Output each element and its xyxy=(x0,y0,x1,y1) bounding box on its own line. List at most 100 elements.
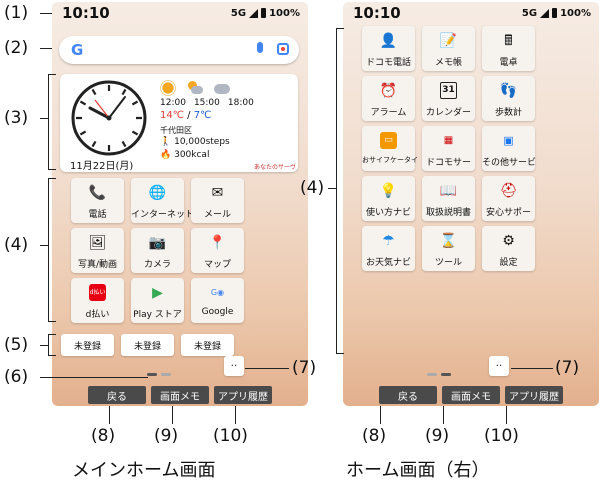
unregistered-slot[interactable]: 未登録 xyxy=(61,334,114,356)
callout-2: (2) xyxy=(4,38,29,58)
callout-bracket xyxy=(48,334,56,356)
app-alarm[interactable]: ⏰ アラーム xyxy=(362,76,415,121)
app-osaifu[interactable]: ▭ おサイフケータイ xyxy=(362,126,418,171)
callout-line xyxy=(109,406,110,424)
callout-line xyxy=(511,368,553,369)
app-history-button[interactable]: アプリ履歴 xyxy=(214,386,272,404)
app-label: 歩数計 xyxy=(494,108,522,118)
camera-icon: 📷 xyxy=(148,234,167,251)
calendar-day: 31 xyxy=(442,85,455,95)
callout-bracket xyxy=(48,178,56,322)
battery-level: 100% xyxy=(269,7,300,19)
mic-icon[interactable] xyxy=(257,42,263,53)
calendar-icon: 31 xyxy=(440,82,457,99)
app-camera[interactable]: 📷 カメラ xyxy=(131,228,184,273)
app-docomo-service[interactable]: ▦ ドコモサー xyxy=(422,126,475,171)
phone-icon: 📞 xyxy=(88,184,107,201)
page-indicator xyxy=(147,373,171,377)
app-label: ドコモ電話 xyxy=(365,58,411,68)
weather-time: 15:00 xyxy=(193,98,220,108)
weather-navi-icon: ☂ xyxy=(382,232,395,249)
app-label: 電卓 xyxy=(499,58,518,68)
app-mail[interactable]: ✉ メール xyxy=(191,178,244,223)
lens-icon[interactable] xyxy=(277,43,289,55)
right-home-screen: 10:10 5G 100% 👤 ドコモ電話 📝 メモ帳 🖩 電卓 ⏰ アラーム … xyxy=(343,2,599,406)
app-history-button[interactable]: アプリ履歴 xyxy=(505,386,563,404)
callout-10: (10) xyxy=(213,426,248,446)
gallery-icon: 🖼 xyxy=(88,234,107,251)
kcal-text: 300kcal xyxy=(174,150,210,160)
clock-weather-widget[interactable]: 11月22日(月) 12:00 15:00 18:00 14℃ / 7℃ 千代田… xyxy=(60,74,298,172)
app-phone[interactable]: 📞 電話 xyxy=(71,178,124,223)
app-label: インターネット xyxy=(131,210,195,220)
app-label: 使い方ナビ xyxy=(365,208,411,218)
callout-bracket xyxy=(48,74,56,170)
calculator-icon: 🖩 xyxy=(504,32,513,49)
app-google-folder[interactable]: G◉ Google xyxy=(191,278,244,323)
screen-memo-button[interactable]: 画面メモ xyxy=(442,386,500,404)
app-internet[interactable]: 🌐 インターネット xyxy=(131,178,195,223)
unregistered-shortcuts: 未登録 未登録 未登録 xyxy=(61,334,234,356)
unregistered-slot[interactable]: 未登録 xyxy=(121,334,174,356)
unregistered-slot[interactable]: 未登録 xyxy=(181,334,234,356)
app-calendar[interactable]: 31 カレンダー xyxy=(422,76,475,121)
back-button[interactable]: 戻る xyxy=(88,386,146,404)
app-weather-navi[interactable]: ☂ お天気ナビ xyxy=(362,226,415,271)
memo-icon: 📝 xyxy=(439,32,458,49)
map-pin-icon: 📍 xyxy=(208,234,227,251)
widget-date: 11月22日(月) xyxy=(70,161,134,172)
app-label: 電話 xyxy=(88,210,107,220)
app-docomo-contacts[interactable]: 👤 ドコモ電話 xyxy=(362,26,415,71)
app-label: アラーム xyxy=(370,108,407,118)
pedometer-icon: 👣 xyxy=(499,82,518,99)
app-label: カメラ xyxy=(143,260,171,270)
app-label: マップ xyxy=(203,260,231,270)
google-search-bar[interactable]: G xyxy=(59,36,299,64)
weather-times: 12:00 15:00 18:00 xyxy=(160,98,254,108)
battery-level: 100% xyxy=(560,7,591,19)
callout-line xyxy=(40,377,148,378)
app-support[interactable]: ⛑ 安心サポー xyxy=(482,176,535,221)
app-manual[interactable]: 📖 取扱説明書 xyxy=(422,176,475,221)
app-label: 写真/動画 xyxy=(77,260,118,270)
other-service-icon: ▣ xyxy=(503,134,514,147)
status-bar: 10:10 5G 100% xyxy=(52,2,308,24)
status-indicators: 5G 100% xyxy=(522,8,591,19)
page-dot-active xyxy=(441,373,451,376)
app-gallery[interactable]: 🖼 写真/動画 xyxy=(71,228,124,273)
app-drawer-button[interactable]: ‥ xyxy=(489,356,509,376)
callout-10-right: (10) xyxy=(484,426,519,446)
app-other-service[interactable]: ▣ その他サービ xyxy=(482,126,536,171)
callout-7-right: (7) xyxy=(555,358,580,378)
battery-icon xyxy=(552,8,558,18)
location-text: 千代田区 xyxy=(160,126,192,135)
app-tools-folder[interactable]: ⌛ ツール xyxy=(422,226,475,271)
battery-icon xyxy=(261,8,267,18)
app-pedometer[interactable]: 👣 歩数計 xyxy=(482,76,535,121)
callout-line xyxy=(235,406,236,424)
app-drawer-button[interactable]: ‥ xyxy=(224,356,244,376)
caption-main-home: メインホーム画面 xyxy=(72,460,216,481)
app-calculator[interactable]: 🖩 電卓 xyxy=(482,26,535,71)
app-label: d払い xyxy=(85,310,110,320)
callout-line xyxy=(40,118,48,119)
settings-gear-icon: ⚙ xyxy=(502,232,515,249)
usage-navi-icon: 💡 xyxy=(379,182,398,199)
app-label: 取扱説明書 xyxy=(425,208,471,218)
app-label: メモ帳 xyxy=(434,58,462,68)
callout-line xyxy=(380,406,381,424)
app-usage-navi[interactable]: 💡 使い方ナビ xyxy=(362,176,415,221)
screen-memo-button[interactable]: 画面メモ xyxy=(151,386,209,404)
app-settings[interactable]: ⚙ 設定 xyxy=(482,226,535,271)
callout-1: (1) xyxy=(4,3,29,23)
callout-3: (3) xyxy=(4,108,29,128)
osaifu-icon: ▭ xyxy=(380,132,397,149)
app-play-store[interactable]: ▶ Play ストア xyxy=(131,278,184,323)
app-memo[interactable]: 📝 メモ帳 xyxy=(422,26,475,71)
app-d-barai[interactable]: d払い d払い xyxy=(71,278,124,323)
main-app-grid: 📞 電話 🌐 インターネット ✉ メール 🖼 写真/動画 📷 カメラ 📍 マップ… xyxy=(71,178,244,323)
flame-icon: 🔥 xyxy=(160,150,172,160)
back-button[interactable]: 戻る xyxy=(379,386,437,404)
app-map[interactable]: 📍 マップ xyxy=(191,228,244,273)
callout-line xyxy=(245,368,289,369)
